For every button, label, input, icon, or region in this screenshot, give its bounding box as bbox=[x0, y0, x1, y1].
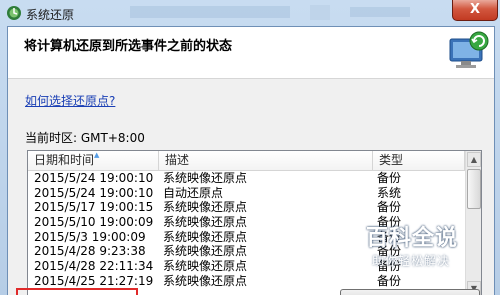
table-row[interactable]: 2015/5/24 19:00:10 自动还原点 系统 bbox=[28, 186, 465, 201]
table-row[interactable]: 2015/5/17 19:00:15 系统映像还原点 备份 bbox=[28, 200, 465, 215]
watermark-title: 百科全说 bbox=[366, 226, 459, 251]
computer-restore-icon bbox=[449, 31, 489, 68]
column-header-description[interactable]: 描述 bbox=[159, 151, 373, 170]
system-restore-window: 系统还原 X 将计算机还原到所选事件之前的状态 如何选择还原点? 当前时区: G… bbox=[0, 0, 500, 295]
title-bar[interactable]: 系统还原 X bbox=[0, 0, 500, 26]
scroll-up-icon[interactable]: ▲ bbox=[467, 152, 481, 167]
header-title: 将计算机还原到所选事件之前的状态 bbox=[24, 39, 233, 54]
watermark-subtitle: 助你轻松解决 bbox=[372, 254, 451, 268]
table-row[interactable]: 2015/5/24 19:00:10 系统映像还原点 备份 bbox=[28, 171, 465, 186]
timezone-label: 当前时区: GMT+8:00 bbox=[25, 131, 145, 145]
table-header: 日期和时间 ▲ 描述 类型 bbox=[28, 151, 465, 171]
help-link[interactable]: 如何选择还原点? bbox=[25, 92, 115, 109]
sort-arrow-icon: ▲ bbox=[94, 151, 100, 159]
close-button[interactable]: X bbox=[452, 0, 498, 21]
scan-affected-programs-button[interactable] bbox=[340, 289, 480, 295]
background-blur bbox=[130, 5, 410, 20]
scroll-thumb[interactable] bbox=[467, 169, 481, 209]
window-title: 系统还原 bbox=[26, 8, 75, 22]
watermark: 百科全说 助你轻松解决 bbox=[366, 220, 498, 268]
table-row[interactable]: 2015/4/25 21:27:19 系统映像还原点 备份 bbox=[28, 274, 465, 289]
dialog-header: 将计算机还原到所选事件之前的状态 bbox=[8, 27, 494, 79]
show-more-checkbox-highlight[interactable] bbox=[16, 288, 138, 295]
column-header-date[interactable]: 日期和时间 ▲ bbox=[28, 151, 159, 170]
column-header-type[interactable]: 类型 bbox=[373, 151, 465, 170]
system-restore-icon bbox=[7, 6, 21, 20]
